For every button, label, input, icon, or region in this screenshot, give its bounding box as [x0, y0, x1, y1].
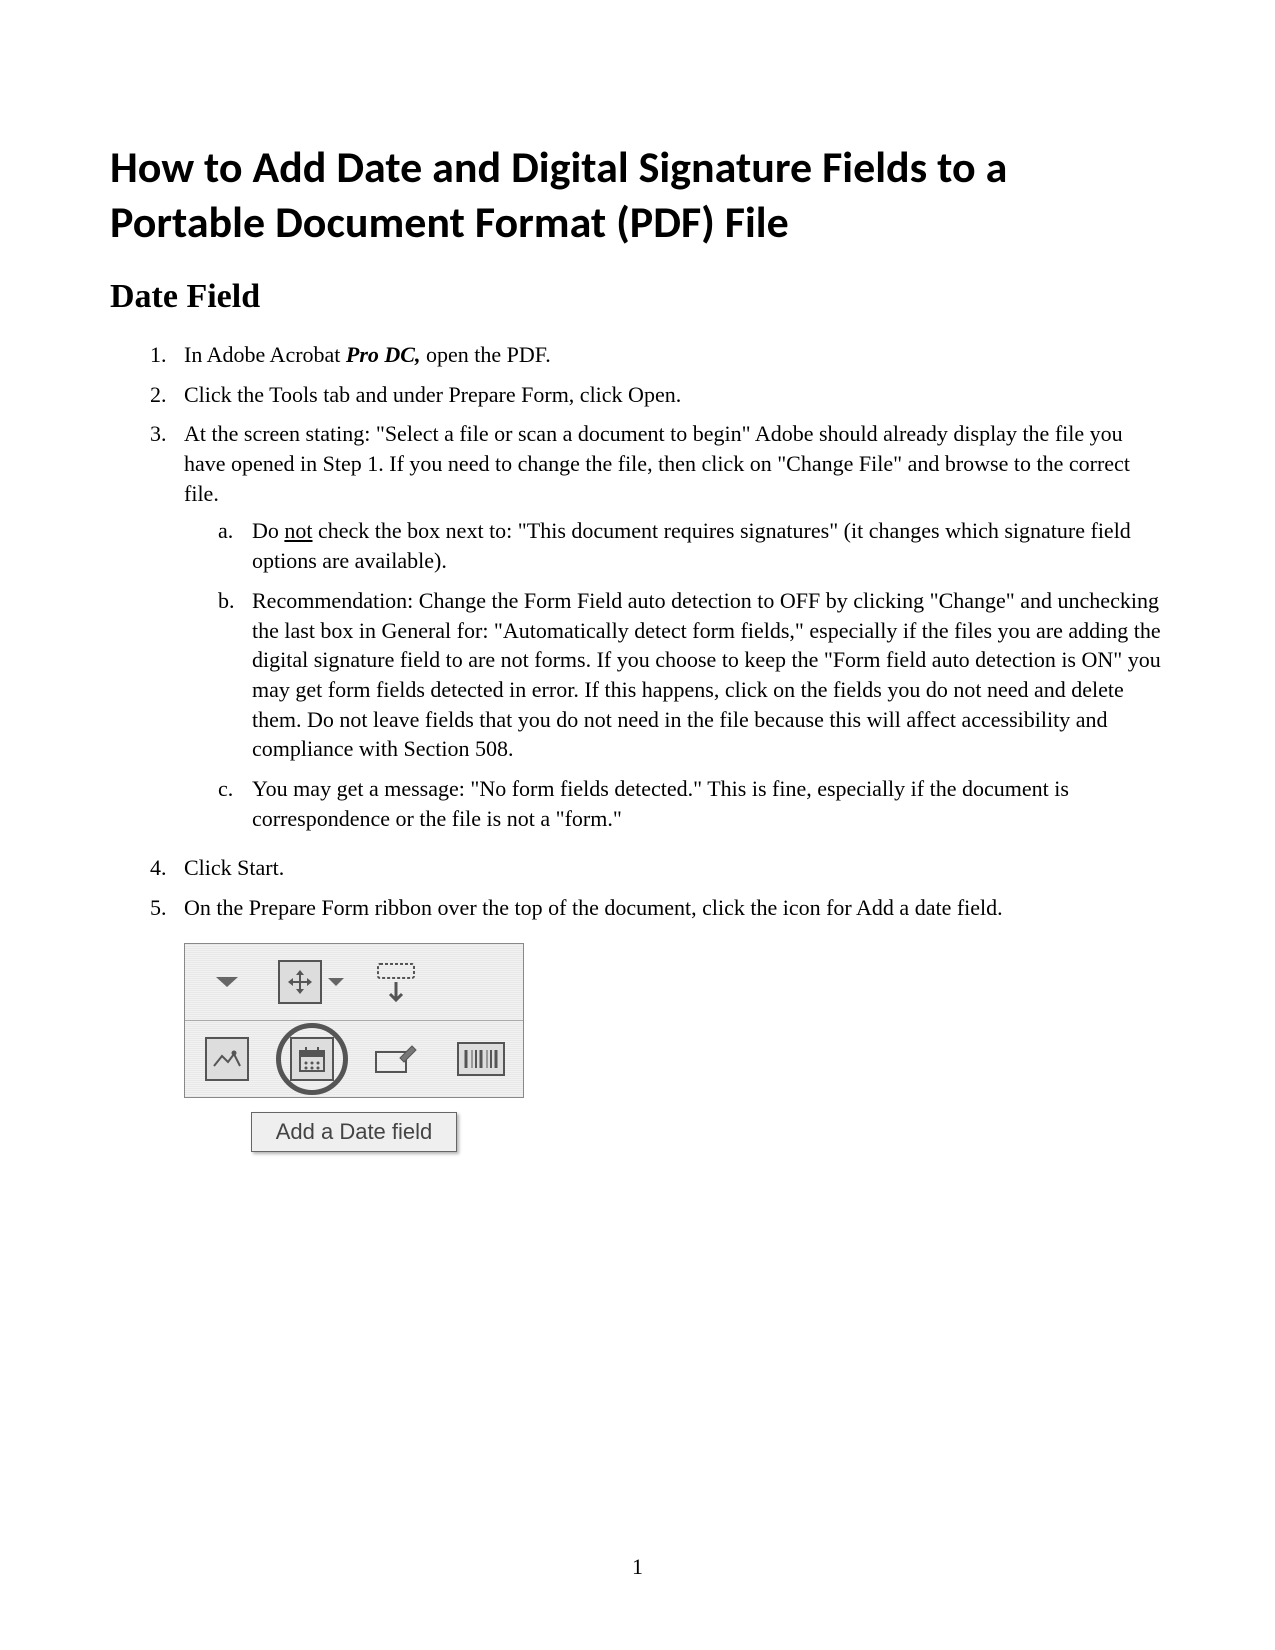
substep-a: Do not check the box next to: "This docu…	[252, 516, 1165, 575]
add-date-field-tooltip: Add a Date field	[251, 1112, 457, 1152]
step-marker-1: 1.	[150, 340, 184, 370]
ribbon-toolbar	[184, 943, 524, 1098]
signature-field-icon	[374, 1042, 418, 1076]
step-marker-5: 5.	[150, 893, 184, 923]
step-marker-2: 2.	[150, 380, 184, 410]
date-field-icon	[290, 1037, 334, 1081]
text-field-tool-icon	[374, 960, 418, 1004]
steps-list: 1. In Adobe Acrobat Pro DC, open the PDF…	[150, 340, 1165, 923]
step-marker-3: 3.	[150, 419, 184, 843]
barcode-field-icon	[457, 1042, 505, 1076]
substep-b: Recommendation: Change the Form Field au…	[252, 586, 1165, 764]
substeps-list: a. Do not check the box next to: "This d…	[218, 516, 1165, 833]
prepare-form-ribbon-figure: Add a Date field	[184, 943, 524, 1152]
section-heading-date-field: Date Field	[110, 278, 1165, 316]
date-field-highlight-circle	[276, 1023, 348, 1095]
step-4: Click Start.	[184, 853, 1165, 883]
step-marker-4: 4.	[150, 853, 184, 883]
move-tool-icon	[278, 960, 322, 1004]
chevron-down-icon	[216, 975, 238, 989]
step-3: At the screen stating: "Select a file or…	[184, 419, 1165, 843]
chevron-down-icon	[328, 976, 344, 988]
substep-marker-a: a.	[218, 516, 252, 575]
step-1: In Adobe Acrobat Pro DC, open the PDF.	[184, 340, 1165, 370]
page-number: 1	[0, 1554, 1275, 1580]
image-field-icon	[205, 1037, 249, 1081]
page-title: How to Add Date and Digital Signature Fi…	[110, 140, 1165, 250]
substep-marker-c: c.	[218, 774, 252, 833]
step-5: On the Prepare Form ribbon over the top …	[184, 893, 1165, 923]
step-2: Click the Tools tab and under Prepare Fo…	[184, 380, 1165, 410]
substep-c: You may get a message: "No form fields d…	[252, 774, 1165, 833]
substep-marker-b: b.	[218, 586, 252, 764]
